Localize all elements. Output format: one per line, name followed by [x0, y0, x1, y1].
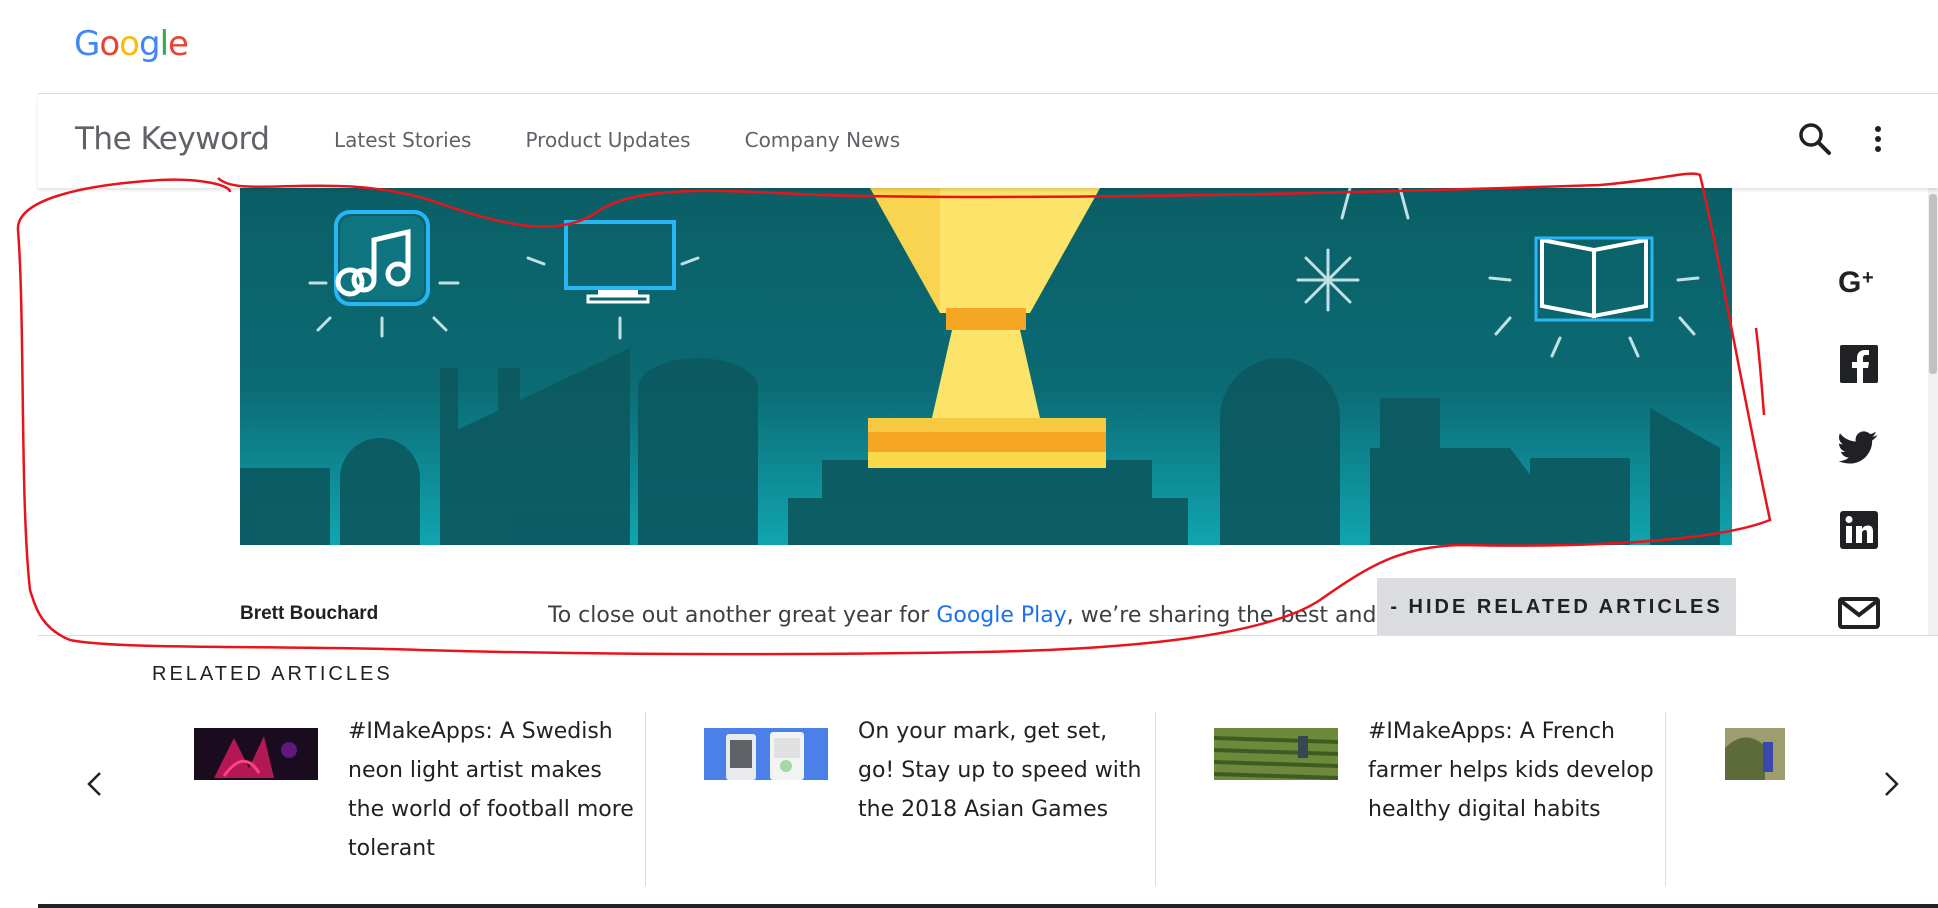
svg-text:+: + [1862, 267, 1874, 289]
linkedin-icon[interactable] [1836, 507, 1882, 553]
music-icon [334, 210, 430, 306]
farmer-thumb [1213, 728, 1339, 780]
main-nav: Latest Stories Product Updates Company N… [334, 128, 954, 152]
related-articles-panel: RELATED ARTICLES #IMakeApps: A Swedish n… [38, 635, 1938, 908]
intro-text: To close out another great year for [548, 603, 937, 628]
intro-text-cont: , we’re sharing the best and most [1066, 603, 1378, 628]
nav-company-news[interactable]: Company News [745, 128, 901, 152]
related-card-title[interactable]: #IMakeApps: A Swedish neon light artist … [348, 712, 638, 868]
related-card[interactable] [1725, 712, 1785, 890]
related-card-title[interactable]: On your mark, get set, go! Stay up to sp… [858, 712, 1148, 829]
chevron-left-icon[interactable] [80, 769, 110, 799]
bottom-border [38, 904, 1938, 908]
social-share-rail: G + [1836, 258, 1882, 673]
nav-latest-stories[interactable]: Latest Stories [334, 128, 471, 152]
logo-letter: e [168, 24, 189, 64]
google-play-link[interactable]: Google Play [936, 603, 1066, 628]
logo-letter: l [159, 24, 170, 64]
asian-games-thumb [704, 728, 828, 780]
logo-letter: G [74, 24, 100, 64]
search-icon[interactable] [1796, 120, 1834, 158]
article-intro: To close out another great year for Goog… [548, 603, 1378, 633]
card-divider [1665, 712, 1666, 886]
author-name[interactable]: Brett Bouchard [240, 603, 378, 625]
nav-product-updates[interactable]: Product Updates [525, 128, 690, 152]
logo-letter: g [138, 24, 161, 64]
hero-banner [240, 188, 1732, 545]
logo-letter: o [99, 24, 120, 64]
related-card[interactable]: On your mark, get set, go! Stay up to sp… [704, 712, 1214, 890]
logo-letter: o [119, 24, 140, 64]
chevron-right-icon[interactable] [1876, 769, 1906, 799]
card-divider [645, 712, 646, 886]
svg-text:G: G [1838, 266, 1861, 299]
hide-related-articles-button[interactable]: - HIDE RELATED ARTICLES [1377, 578, 1736, 636]
more-vert-icon[interactable] [1870, 120, 1886, 158]
google-plus-icon[interactable]: G + [1836, 258, 1882, 304]
related-articles-heading: RELATED ARTICLES [152, 663, 393, 685]
facebook-icon[interactable] [1836, 341, 1882, 387]
related-card[interactable]: #IMakeApps: A Swedish neon light artist … [194, 712, 704, 890]
neon-artist-thumb [194, 728, 318, 780]
google-logo[interactable]: Google [74, 24, 189, 64]
twitter-icon[interactable] [1836, 424, 1882, 470]
keyword-header: The Keyword Latest Stories Product Updat… [38, 94, 1938, 188]
card-divider [1155, 712, 1156, 886]
mail-icon[interactable] [1836, 590, 1882, 636]
scrollbar-thumb[interactable] [1929, 194, 1937, 374]
related-card-title[interactable]: #IMakeApps: A French farmer helps kids d… [1368, 712, 1658, 829]
related-card[interactable]: #IMakeApps: A French farmer helps kids d… [1213, 712, 1724, 890]
google-top-bar: Google [0, 0, 1938, 93]
site-title[interactable]: The Keyword [75, 121, 270, 157]
outdoor-thumb [1725, 728, 1785, 780]
